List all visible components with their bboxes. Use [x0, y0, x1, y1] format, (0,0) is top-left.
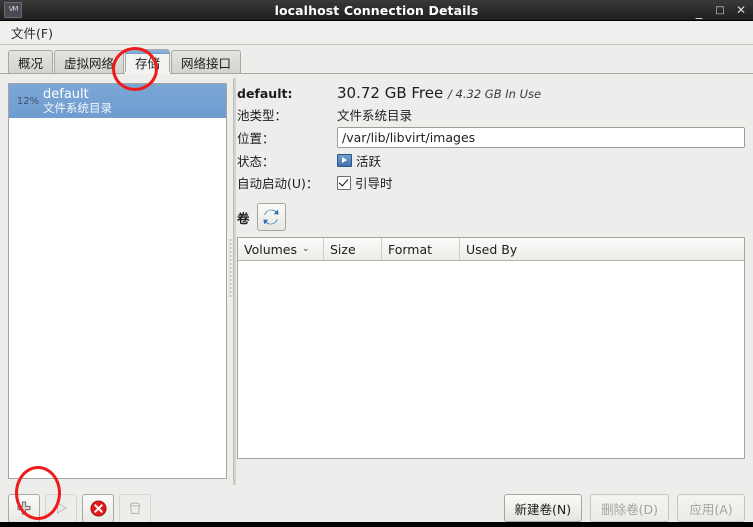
- menu-bar: 文件(F): [0, 21, 753, 45]
- location-field-wrap: [337, 127, 745, 148]
- used-space-value: / 4.32 GB In Use: [448, 87, 542, 101]
- connection-details-window: VM localhost Connection Details _ □ ✕ 文件…: [0, 0, 753, 527]
- delete-pool-button: [119, 493, 151, 523]
- volumes-table-header: Volumes ⌄ Size Format Used By: [238, 238, 744, 261]
- maximize-icon[interactable]: □: [714, 5, 726, 16]
- autostart-row: 引导时: [337, 173, 745, 192]
- detail-state-value-row: 活跃: [337, 151, 745, 170]
- window-title: localhost Connection Details: [274, 2, 479, 18]
- splitter-bar: [233, 78, 236, 485]
- column-label-used-by: Used By: [466, 241, 518, 257]
- storage-pool-list[interactable]: 12% default 文件系统目录: [8, 83, 227, 479]
- volumes-title: 卷: [237, 210, 250, 226]
- start-pool-button: [45, 493, 77, 523]
- pool-detail-grid: default: 30.72 GB Free / 4.32 GB In Use …: [237, 84, 745, 192]
- column-header-size[interactable]: Size: [324, 238, 382, 260]
- content-area: 概况 虚拟网络 存储 网络接口 12% default 文件系统目录 defau…: [0, 49, 753, 527]
- volumes-table[interactable]: Volumes ⌄ Size Format Used By: [237, 237, 745, 459]
- detail-capacity: 30.72 GB Free / 4.32 GB In Use: [337, 84, 745, 102]
- pool-type: 文件系统目录: [43, 100, 112, 115]
- pane-splitter[interactable]: [227, 78, 237, 485]
- refresh-icon: [263, 209, 279, 225]
- detail-autostart-label: 自动启动(U)：: [237, 176, 319, 191]
- volumes-table-body[interactable]: [238, 261, 744, 458]
- pool-name: default: [43, 87, 89, 103]
- detail-pool-type-label: 池类型：: [237, 108, 288, 123]
- free-space-value: 30.72 GB Free: [337, 84, 444, 102]
- column-header-volumes[interactable]: Volumes ⌄: [238, 238, 324, 260]
- refresh-volumes-button[interactable]: [256, 203, 286, 231]
- stop-pool-button[interactable]: [82, 493, 114, 523]
- column-label-volumes: Volumes: [244, 241, 298, 257]
- play-icon: [57, 502, 67, 514]
- detail-pool-type-value: 文件系统目录: [337, 108, 413, 123]
- add-pool-button[interactable]: [8, 493, 40, 523]
- tab-overview[interactable]: 概况: [8, 50, 54, 73]
- desktop-strip: [0, 522, 753, 527]
- location-input[interactable]: [337, 127, 745, 148]
- column-header-format[interactable]: Format: [382, 238, 460, 260]
- autostart-value: 引导时: [355, 176, 393, 191]
- tab-storage[interactable]: 存储: [125, 49, 171, 74]
- footer-bar: 新建卷(N) 删除卷(D) 应用(A): [0, 485, 753, 527]
- column-header-used-by[interactable]: Used By: [460, 238, 744, 260]
- pool-details-pane: default: 30.72 GB Free / 4.32 GB In Use …: [237, 84, 745, 479]
- close-icon[interactable]: ✕: [735, 4, 747, 16]
- column-label-format: Format: [388, 241, 433, 257]
- storage-panel: 12% default 文件系统目录 default: 30.72 GB Fre…: [0, 78, 753, 485]
- tab-bar: 概况 虚拟网络 存储 网络接口: [0, 49, 753, 74]
- delete-volume-button: 删除卷(D): [590, 494, 669, 522]
- new-volume-button[interactable]: 新建卷(N): [503, 494, 583, 522]
- window-controls: _ □ ✕: [693, 4, 747, 19]
- tab-network-interfaces[interactable]: 网络接口: [171, 50, 242, 73]
- tab-virtual-networks[interactable]: 虚拟网络: [54, 50, 125, 73]
- detail-state-value: 活跃: [356, 154, 382, 169]
- detail-name-label: default:: [237, 85, 293, 101]
- active-state-icon: [337, 154, 352, 167]
- list-item[interactable]: 12% default 文件系统目录: [9, 84, 226, 118]
- stop-icon: [89, 499, 107, 517]
- pool-usage-gauge: 12%: [16, 95, 40, 107]
- pool-toolbar: [8, 493, 156, 523]
- detail-location-label: 位置：: [237, 131, 275, 146]
- title-bar: VM localhost Connection Details _ □ ✕: [0, 0, 753, 21]
- column-label-size: Size: [330, 241, 356, 257]
- volumes-header: 卷: [237, 203, 745, 231]
- plus-icon: [17, 501, 31, 515]
- pool-list-pane: 12% default 文件系统目录: [8, 83, 227, 479]
- autostart-checkbox[interactable]: [337, 175, 351, 190]
- detail-state-label: 状态：: [237, 154, 275, 169]
- apply-button: 应用(A): [677, 494, 745, 522]
- trash-icon: [129, 502, 141, 514]
- menu-file[interactable]: 文件(F): [4, 21, 60, 44]
- chevron-down-icon: ⌄: [302, 244, 310, 254]
- minimize-icon[interactable]: _: [693, 6, 705, 19]
